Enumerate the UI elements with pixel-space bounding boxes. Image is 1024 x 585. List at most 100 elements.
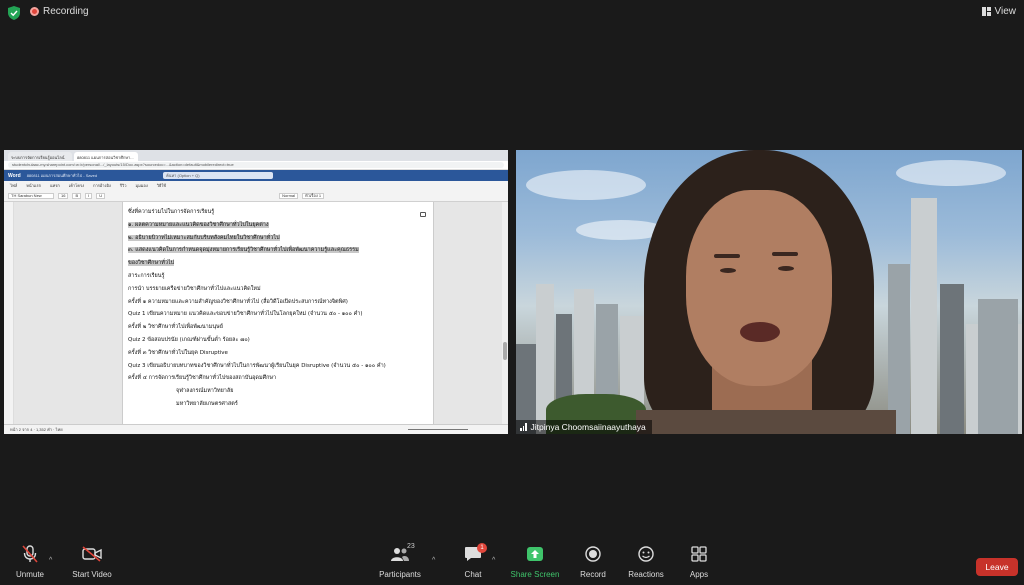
font-family-select[interactable]: TH Sarabun New (8, 192, 54, 199)
share-screen-button[interactable]: Share Screen (505, 545, 565, 579)
chat-label: Chat (464, 570, 482, 579)
italic-button[interactable]: I (85, 192, 93, 199)
person-brow (772, 252, 798, 256)
participants-count: 23 (407, 543, 415, 550)
browser-tab[interactable]: ระบบการจัดการเรียนรู้ออนไลน์ (8, 152, 72, 161)
browser-tab-strip: ระบบการจัดการเรียนรู้ออนไลน์ 880811 แผนก… (4, 150, 508, 161)
person-eye (720, 268, 736, 273)
shield-check-icon[interactable] (8, 6, 20, 20)
record-icon (585, 546, 601, 562)
document-title[interactable]: 880811 แผนการสอนศึกษาทั่วไป - Saved (27, 172, 97, 179)
doc-line: จุฬาลงกรณ์มหาวิทยาลัย (176, 388, 234, 395)
doc-line: ๓. แสดงแนวคิดในการกำหนดจุดมุ่งหมายการเรี… (128, 247, 359, 254)
menu-item[interactable]: มุมมอง (136, 182, 148, 189)
sky-cloud (896, 160, 1006, 186)
doc-line: การนำ บรรยายเครือข่ายวิชาศึกษาทั่วไปและแ… (128, 285, 261, 292)
doc-line: ครั้งที่ ๔ การจัดการเรียนรู้วิชาศึกษาทั่… (128, 375, 277, 382)
sky-cloud (526, 170, 646, 200)
recording-label: Recording (43, 6, 89, 17)
menu-item[interactable]: การอ้างอิง (93, 182, 111, 189)
menu-item[interactable]: รีวิว (120, 182, 127, 189)
document-page[interactable]: ซึ่งที่ความร่วมไปในการจัดการเรียนรู้ ๑. … (122, 202, 434, 424)
microphone-muted-icon (22, 545, 38, 563)
doc-line: ๑. ผลตความหมายและแนวคิดของวิชาศึกษาทั่วไ… (128, 221, 269, 228)
participants-label: Participants (379, 570, 421, 579)
start-video-label: Start Video (72, 570, 112, 579)
word-title-bar: Word 880811 แผนการสอนศึกษาทั่วไป - Saved… (4, 170, 508, 181)
start-video-button[interactable]: Start Video (62, 545, 122, 579)
doc-line: ครั้งที่ ๑ ความหมายและความสำคัญของวิชาศึ… (128, 298, 348, 305)
status-text: หน้า 2 จาก 4 · 1,352 คำ · ไทย (10, 427, 63, 432)
participant-video-tile[interactable]: Jitpinya Choomsaiinaayuthaya (516, 150, 1022, 434)
underline-button[interactable]: U (96, 192, 106, 199)
word-search-input[interactable]: ค้นหา (Option + Q) (163, 172, 274, 179)
building (888, 264, 910, 434)
doc-line: Quiz 3 เขียนอธิบายบทบาทของวิชาศึกษาทั่วไ… (128, 362, 386, 369)
chevron-up-icon[interactable]: ^ (49, 557, 52, 564)
meeting-toolbar: Unmute ^ Start Video 23 Participants ^ 1… (0, 543, 1024, 585)
participant-name: Jitpinya Choomsaiinaayuthaya (530, 422, 646, 432)
doc-line: ซึ่งที่ความร่วมไปในการจัดการเรียนรู้ (128, 209, 215, 215)
person-face (686, 190, 832, 386)
chevron-up-icon[interactable]: ^ (432, 557, 435, 564)
doc-line: มหาวิทยาลัยเกษตรศาสตร์ (176, 400, 238, 407)
signal-bars-icon (520, 423, 527, 431)
share-screen-label: Share Screen (510, 570, 560, 579)
participant-name-tag: Jitpinya Choomsaiinaayuthaya (516, 420, 652, 434)
menu-item[interactable]: หน้าแรก (26, 182, 41, 189)
menu-item[interactable]: เค้าโครง (69, 182, 84, 189)
font-size-select[interactable]: 16 (58, 192, 69, 199)
grid-view-icon (981, 7, 991, 16)
doc-line: ๒. อธิบายบิวาทไม่เหมาะสมกับบริบทสังคมไทย… (128, 234, 280, 241)
zoom-slider[interactable] (408, 429, 468, 430)
chat-badge: 1 (477, 543, 487, 553)
person-eye (778, 266, 794, 271)
record-button[interactable]: Record (563, 545, 623, 579)
view-label: View (994, 6, 1017, 17)
word-menu-row: ไฟล์ หน้าแรก แทรก เค้าโครง การอ้างอิง รี… (4, 181, 508, 190)
menu-item[interactable]: วิธีใช้ (157, 182, 166, 189)
apps-button[interactable]: Apps (669, 545, 729, 579)
word-app-name: Word (8, 172, 21, 179)
comment-icon[interactable] (420, 212, 426, 217)
unmute-label: Unmute (15, 570, 44, 579)
left-pane (4, 202, 14, 424)
scroll-thumb[interactable] (503, 342, 507, 360)
document-area: ซึ่งที่ความร่วมไปในการจัดการเรียนรู้ ๑. … (4, 202, 508, 424)
doc-line: ของวิชาศึกษาทั่วไป (128, 260, 175, 267)
style-normal[interactable]: Normal (279, 192, 299, 199)
meeting-top-bar: Recording View (0, 0, 1024, 26)
record-dot-icon (30, 7, 39, 16)
building (911, 198, 937, 434)
menu-item[interactable]: ไฟล์ (10, 182, 17, 189)
doc-line: ครั้งที่ ๓ วิชาศึกษาทั่วไปในยุค Disrupti… (128, 349, 228, 356)
record-label: Record (580, 570, 606, 579)
apps-label: Apps (689, 570, 709, 579)
person-mouth (740, 322, 780, 342)
share-screen-icon (527, 547, 543, 561)
video-camera-off-icon (82, 546, 102, 562)
word-ribbon: TH Sarabun New 16 B I U Normal หัวเรื่อง… (4, 190, 508, 202)
reactions-label: Reactions (628, 570, 664, 579)
chevron-up-icon[interactable]: ^ (492, 557, 495, 564)
participants-button[interactable]: 23 Participants (370, 543, 430, 579)
recording-indicator[interactable]: Recording (30, 6, 89, 17)
shared-screen: ระบบการจัดการเรียนรู้ออนไลน์ 880811 แผนก… (4, 150, 508, 434)
doc-line: Quiz 1 เขียนความหมาย แนวคิดและขอบข่ายวิช… (128, 311, 363, 318)
person-shirt (636, 410, 896, 434)
view-button[interactable]: View (981, 6, 1017, 17)
browser-tab-active[interactable]: 880811 แผนการสอนวิชาศึกษา... (74, 152, 138, 161)
menu-item[interactable]: แทรก (50, 182, 60, 189)
building (978, 299, 1018, 434)
apps-icon (691, 546, 707, 562)
leave-button[interactable]: Leave (976, 558, 1018, 576)
doc-line: Quiz 2 ข้อสอบปรนัย (เกณฑ์ผ่านขั้นต่ำ ร้อ… (128, 336, 250, 343)
doc-line: ครั้งที่ ๒ วิชาศึกษาทั่วไปเพื่อพัฒนามนุษ… (128, 324, 223, 331)
bold-button[interactable]: B (72, 192, 82, 199)
smiley-icon (638, 546, 654, 562)
style-heading1[interactable]: หัวเรื่อง 1 (302, 192, 325, 199)
document-scrollbar[interactable] (502, 202, 508, 424)
browser-address-bar: studentchulaac-my.sharepoint.com/:w:/r/p… (4, 161, 508, 170)
address-input[interactable]: studentchulaac-my.sharepoint.com/:w:/r/p… (8, 162, 504, 168)
reactions-button[interactable]: Reactions (616, 545, 676, 579)
